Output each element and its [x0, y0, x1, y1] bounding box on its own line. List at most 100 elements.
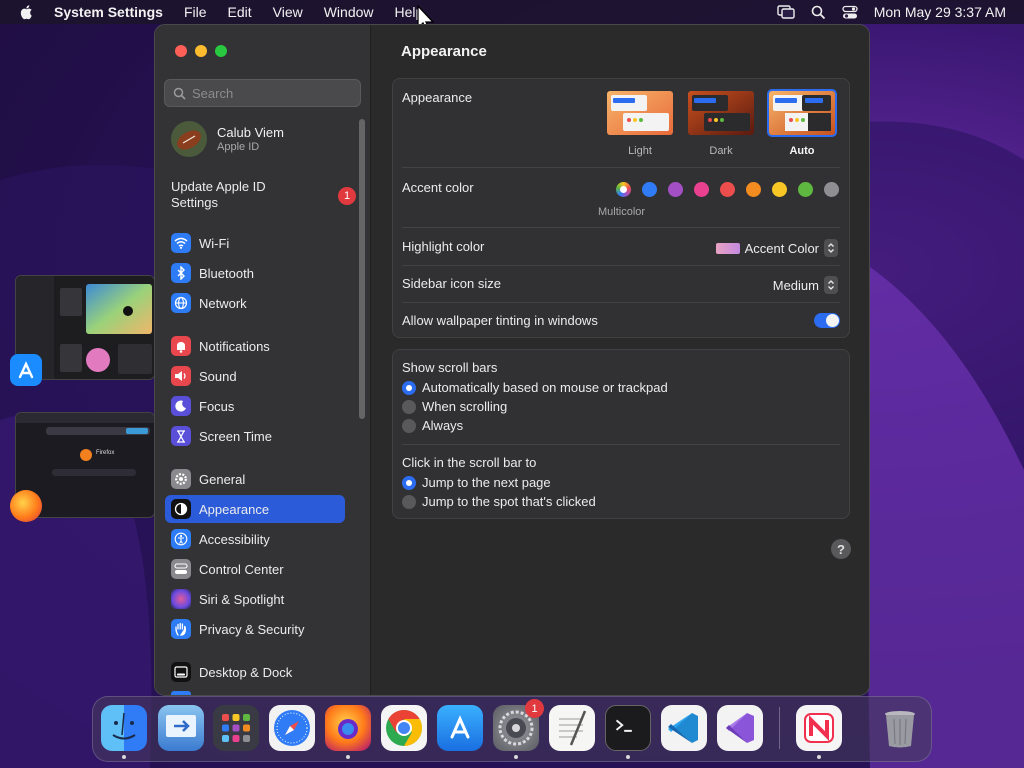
appearance-option-auto[interactable]: Auto	[766, 89, 838, 157]
running-indicator	[514, 755, 518, 759]
sidebar-item-sound[interactable]: Sound	[165, 362, 345, 390]
dock-textedit[interactable]	[549, 705, 595, 751]
menu-bar: System Settings File Edit View Window He…	[0, 0, 1024, 24]
menu-edit[interactable]: Edit	[228, 4, 252, 20]
divider	[402, 167, 840, 168]
dock-chrome[interactable]	[381, 705, 427, 751]
click-scroll-option-spot[interactable]: Jump to the spot that's clicked	[402, 494, 596, 509]
spotlight-search-icon[interactable]	[811, 5, 826, 20]
sidebar-item-bluetooth[interactable]: Bluetooth	[165, 259, 345, 287]
dock-trash[interactable]	[877, 705, 923, 751]
accent-swatch-green[interactable]	[798, 182, 813, 197]
screen-mirroring-icon[interactable]	[777, 5, 795, 19]
dock-terminal[interactable]	[605, 705, 651, 751]
dock-launchpad[interactable]	[213, 705, 259, 751]
dock-firefox[interactable]	[325, 705, 371, 751]
dock-app-store[interactable]	[437, 705, 483, 751]
close-button[interactable]	[175, 45, 187, 57]
accent-swatch-yellow[interactable]	[772, 182, 787, 197]
sidebar-item-appearance[interactable]: Appearance	[165, 495, 345, 523]
sidebar-item-focus[interactable]: Focus	[165, 392, 345, 420]
radio-button[interactable]	[402, 418, 416, 433]
menu-file[interactable]: File	[184, 4, 207, 20]
sidebar-scrollbar[interactable]	[359, 119, 365, 419]
migration-assistant-icon	[166, 715, 196, 737]
show-scroll-bars-label: Show scroll bars	[402, 360, 498, 375]
menu-app-name[interactable]: System Settings	[54, 4, 163, 20]
speaker-icon	[171, 366, 191, 386]
radio-button[interactable]	[402, 399, 416, 414]
apple-menu-icon[interactable]	[18, 3, 36, 21]
sidebar-icon-size-popup[interactable]: Medium	[773, 276, 838, 294]
accent-swatch-pink[interactable]	[694, 182, 709, 197]
control-center-icon[interactable]	[842, 5, 858, 20]
sidebar-item-network[interactable]: Network	[165, 289, 345, 317]
menu-view[interactable]: View	[273, 4, 303, 20]
sidebar-item-label: Focus	[199, 398, 235, 414]
system-settings-window: Calub Viem Apple ID Update Apple ID Sett…	[154, 24, 870, 696]
dock-finder[interactable]	[101, 705, 147, 751]
globe-icon	[171, 293, 191, 313]
search-field[interactable]	[164, 79, 361, 107]
sidebar-item-wifi[interactable]: Wi-Fi	[165, 229, 345, 257]
dock-migration-assistant[interactable]	[158, 705, 204, 751]
sidebar-item-screen-time[interactable]: Screen Time	[165, 422, 345, 450]
terminal-icon	[615, 719, 632, 732]
visual-studio-icon	[726, 713, 754, 743]
update-apple-id-settings[interactable]: Update Apple ID Settings 1	[171, 179, 356, 211]
update-badge: 1	[338, 187, 356, 205]
radio-button[interactable]	[402, 494, 416, 509]
appearance-option-dark[interactable]: Dark	[685, 89, 757, 157]
scroll-bars-option-always[interactable]: Always	[402, 418, 463, 433]
sidebar-icon-size-value: Medium	[772, 277, 819, 293]
scroll-bars-option-auto[interactable]: Automatically based on mouse or trackpad	[402, 380, 668, 395]
dock-vscode[interactable]	[661, 705, 707, 751]
accent-swatch-graphite[interactable]	[824, 182, 839, 197]
radio-button[interactable]	[402, 475, 416, 490]
menu-clock[interactable]: Mon May 29 3:37 AM	[874, 4, 1006, 20]
divider	[402, 302, 840, 303]
firefox-thumbnail-icon	[10, 490, 42, 522]
sidebar-item-privacy-security[interactable]: Privacy & Security	[165, 615, 345, 643]
accent-swatch-red[interactable]	[720, 182, 735, 197]
accent-swatch-blue[interactable]	[642, 182, 657, 197]
accent-swatch-purple[interactable]	[668, 182, 683, 197]
gear-icon	[171, 469, 191, 489]
page-title: Appearance	[401, 43, 487, 60]
dock-visual-studio[interactable]	[717, 705, 763, 751]
minimize-button[interactable]	[195, 45, 207, 57]
dock-news[interactable]	[796, 705, 842, 751]
textedit-icon	[559, 710, 587, 746]
auto-mode-preview	[767, 89, 837, 137]
divider	[402, 265, 840, 266]
radio-label: When scrolling	[422, 399, 508, 414]
highlight-color-value: Accent Color	[744, 240, 819, 256]
sidebar-item-label: Accessibility	[199, 531, 270, 547]
dock-safari[interactable]	[269, 705, 315, 751]
sidebar-item-desktop-dock[interactable]: Desktop & Dock	[165, 658, 345, 686]
accent-swatch-multicolor[interactable]	[616, 182, 631, 197]
sidebar-item-control-center[interactable]: Control Center	[165, 555, 345, 583]
appearance-option-light[interactable]: Light	[604, 89, 676, 157]
sidebar-item-accessibility[interactable]: Accessibility	[165, 525, 345, 553]
avatar	[171, 121, 207, 157]
sidebar-item-label: Siri & Spotlight	[199, 591, 285, 607]
radio-button[interactable]	[402, 380, 416, 395]
sidebar-item-notifications[interactable]: Notifications	[165, 332, 345, 360]
accent-swatch-orange[interactable]	[746, 182, 761, 197]
sidebar-item-label: Appearance	[199, 501, 270, 517]
zoom-button[interactable]	[215, 45, 227, 57]
click-scroll-option-next-page[interactable]: Jump to the next page	[402, 475, 551, 490]
sidebar-item-siri-spotlight[interactable]: Siri & Spotlight	[165, 585, 345, 613]
scroll-bars-option-scrolling[interactable]: When scrolling	[402, 399, 507, 414]
apple-id-profile[interactable]: Calub Viem Apple ID	[171, 121, 284, 157]
radio-label: Automatically based on mouse or trackpad	[422, 380, 668, 395]
radio-label: Jump to the spot that's clicked	[422, 494, 596, 509]
search-input[interactable]	[192, 85, 352, 101]
safari-icon	[274, 710, 310, 746]
wallpaper-tinting-toggle[interactable]	[814, 313, 840, 328]
sidebar-item-general[interactable]: General	[165, 465, 345, 493]
highlight-color-popup[interactable]: Accent Color	[715, 239, 838, 257]
help-button[interactable]: ?	[831, 539, 851, 559]
menu-window[interactable]: Window	[324, 4, 374, 20]
